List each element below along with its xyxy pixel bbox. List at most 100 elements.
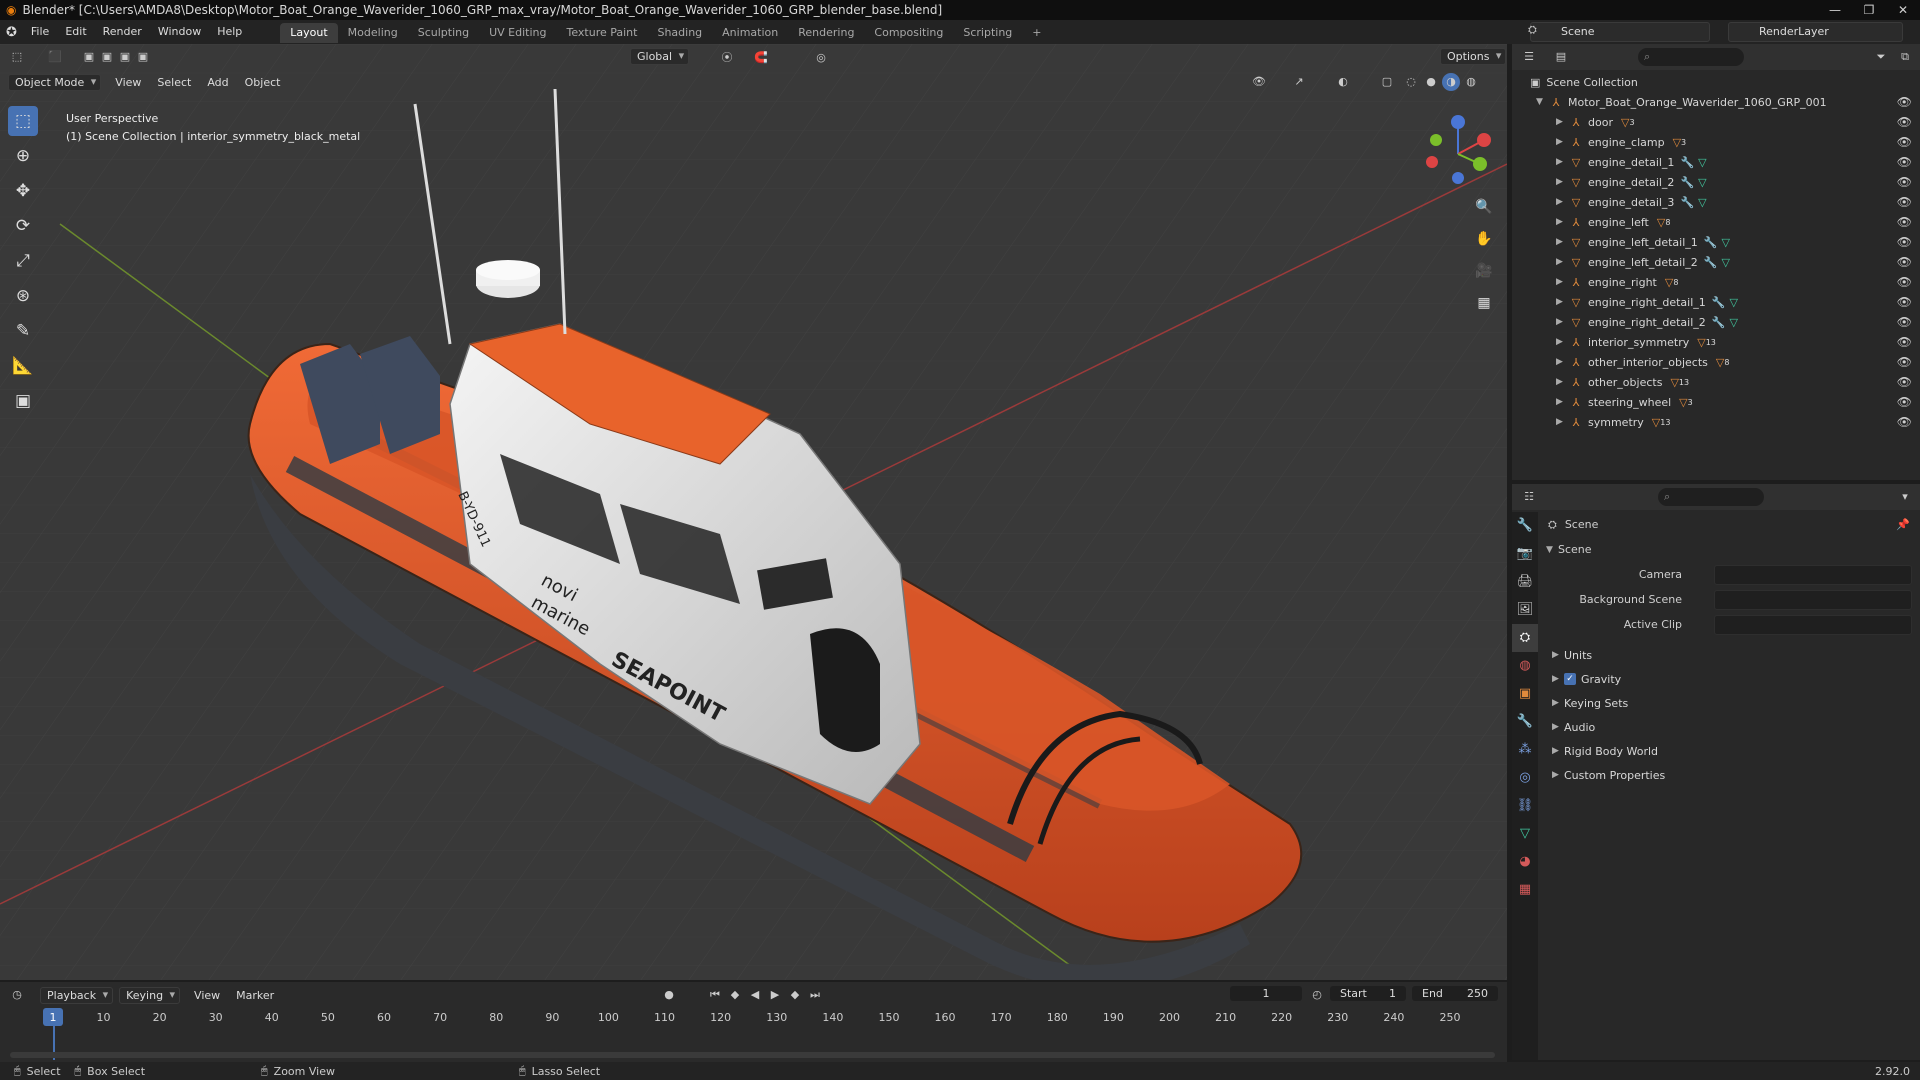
modifier-wrench-icon[interactable]: 🔧 xyxy=(1680,196,1694,209)
visibility-eye-icon[interactable]: 👁 xyxy=(1897,395,1912,409)
outliner-item-engine-left[interactable]: ▶ ⅄ engine_left ▽ 8 👁 xyxy=(1512,212,1920,232)
clock-icon[interactable]: ◴ xyxy=(1308,986,1326,1004)
visibility-eye-icon[interactable]: 👁 xyxy=(1897,215,1912,229)
scene-selector[interactable]: Scene xyxy=(1530,22,1710,42)
play-reverse-icon[interactable]: ◀ xyxy=(746,986,764,1004)
menu-add[interactable]: Add xyxy=(199,76,236,89)
shading-material-icon[interactable]: ◑ xyxy=(1442,73,1460,91)
outliner-item-symmetry[interactable]: ▶ ⅄ symmetry ▽ 13 👁 xyxy=(1512,412,1920,432)
world-tab-icon[interactable]: ◍ xyxy=(1512,652,1538,680)
visibility-eye-icon[interactable]: 👁 xyxy=(1897,335,1912,349)
gizmo-toggle-icon[interactable]: ↗ xyxy=(1290,73,1308,91)
visibility-eye-icon[interactable]: 👁 xyxy=(1897,95,1912,109)
expand-right-icon[interactable]: ▶ xyxy=(1556,297,1568,307)
menu-window[interactable]: Window xyxy=(150,20,209,44)
camera-view-icon[interactable]: 🎥 xyxy=(1471,258,1497,284)
mode-dropdown[interactable]: Object Mode xyxy=(8,73,102,91)
subpanel-keying-sets[interactable]: ▶ Keying Sets xyxy=(1542,691,1920,715)
keying-dropdown[interactable]: Keying xyxy=(119,986,181,1004)
outliner-item-steering-wheel[interactable]: ▶ ⅄ steering_wheel ▽ 3 👁 xyxy=(1512,392,1920,412)
expand-right-icon[interactable]: ▶ xyxy=(1556,277,1568,287)
visibility-eye-icon[interactable]: 👁 xyxy=(1897,115,1912,129)
mesh-data-icon[interactable]: ▽ xyxy=(1698,156,1706,169)
outliner-search-input[interactable]: ⌕ xyxy=(1638,48,1744,66)
new-collection-icon[interactable]: ⧉ xyxy=(1896,48,1914,66)
camera-field[interactable] xyxy=(1714,564,1912,585)
properties-menu-icon[interactable]: ▾ xyxy=(1896,488,1914,506)
pin-icon[interactable]: 📌 xyxy=(1896,518,1910,531)
tab-texture-paint[interactable]: Texture Paint xyxy=(556,23,647,43)
close-icon[interactable]: ✕ xyxy=(1886,0,1920,20)
group-row[interactable]: ▼ ⅄ Motor_Boat_Orange_Waverider_1060_GRP… xyxy=(1512,92,1920,112)
renderlayer-selector[interactable]: RenderLayer xyxy=(1728,22,1903,42)
add-workspace-icon[interactable]: + xyxy=(1022,23,1051,43)
box-mode-new-icon[interactable]: ▣ xyxy=(80,48,98,66)
start-frame-field[interactable]: Start 1 xyxy=(1330,986,1406,1001)
orientation-dropdown[interactable]: Global xyxy=(630,48,690,65)
visibility-eye-icon[interactable]: 👁 xyxy=(1897,375,1912,389)
scale-tool-icon[interactable]: ⤢ xyxy=(8,246,38,276)
expand-right-icon[interactable]: ▶ xyxy=(1556,157,1568,167)
render-tab-icon[interactable]: 📷 xyxy=(1512,540,1538,568)
tab-uv-editing[interactable]: UV Editing xyxy=(479,23,556,43)
add-cube-tool-icon[interactable]: ▣ xyxy=(8,386,38,416)
outliner-item-engine-detail-1[interactable]: ▶ ▽ engine_detail_1 🔧 ▽ 👁 xyxy=(1512,152,1920,172)
menu-view[interactable]: View xyxy=(107,76,149,89)
blender-menu-icon[interactable]: ✪ xyxy=(6,25,17,40)
mesh-data-icon[interactable]: ▽ xyxy=(1698,176,1706,189)
move-tool-icon[interactable]: ✥ xyxy=(8,176,38,206)
visibility-eye-icon[interactable]: 👁 xyxy=(1897,295,1912,309)
play-icon[interactable]: ▶ xyxy=(766,986,784,1004)
expand-right-icon[interactable]: ▶ xyxy=(1556,397,1568,407)
expand-right-icon[interactable]: ▶ xyxy=(1556,237,1568,247)
box-mode-extend-icon[interactable]: ▣ xyxy=(98,48,116,66)
tab-compositing[interactable]: Compositing xyxy=(864,23,953,43)
scene-panel-header[interactable]: ▼ Scene xyxy=(1542,537,1920,562)
outliner-item-engine-right-detail-2[interactable]: ▶ ▽ engine_right_detail_2 🔧 ▽ 👁 xyxy=(1512,312,1920,332)
object-tab-icon[interactable]: ▣ xyxy=(1512,680,1538,708)
modifier-wrench-icon[interactable]: 🔧 xyxy=(1712,296,1726,309)
tab-modeling[interactable]: Modeling xyxy=(338,23,408,43)
timeline-ruler[interactable]: 1 10 20 30 40 50 60 70 80 90 100 110 120 130 140 150 160… xyxy=(0,1008,1507,1060)
expand-right-icon[interactable]: ▶ xyxy=(1556,117,1568,127)
outliner-item-door[interactable]: ▶ ⅄ door ▽ 3 👁 xyxy=(1512,112,1920,132)
mesh-data-icon[interactable]: ▽ xyxy=(1729,316,1737,329)
prev-keyframe-icon[interactable]: ◆ xyxy=(726,986,744,1004)
visibility-eye-icon[interactable]: 👁 xyxy=(1897,135,1912,149)
modifier-wrench-icon[interactable]: 🔧 xyxy=(1704,236,1718,249)
zoom-icon[interactable]: 🔍 xyxy=(1471,194,1497,220)
menu-select[interactable]: Select xyxy=(149,76,199,89)
pan-hand-icon[interactable]: ✋ xyxy=(1471,226,1497,252)
end-frame-field[interactable]: End 250 xyxy=(1412,986,1498,1001)
select-mode-icon[interactable]: ⬛ xyxy=(46,48,64,66)
filter-icon[interactable]: ⏷ xyxy=(1872,48,1890,66)
outliner-item-engine-right-detail-1[interactable]: ▶ ▽ engine_right_detail_1 🔧 ▽ 👁 xyxy=(1512,292,1920,312)
tab-rendering[interactable]: Rendering xyxy=(788,23,864,43)
outliner-editor-icon[interactable]: ☰ xyxy=(1520,48,1538,66)
measure-tool-icon[interactable]: 📐 xyxy=(8,351,38,381)
gravity-checkbox[interactable]: ✓ xyxy=(1564,673,1576,685)
mesh-data-icon[interactable]: ▽ xyxy=(1698,196,1706,209)
tab-shading[interactable]: Shading xyxy=(647,23,712,43)
menu-render[interactable]: Render xyxy=(95,20,150,44)
scene-collection-row[interactable]: ▣ Scene Collection xyxy=(1512,72,1920,92)
output-tab-icon[interactable]: 🖨 xyxy=(1512,568,1538,596)
data-tab-icon[interactable]: ▽ xyxy=(1512,820,1538,848)
menu-file[interactable]: File xyxy=(23,20,57,44)
mesh-data-icon[interactable]: ▽ xyxy=(1721,256,1729,269)
visibility-eye-icon[interactable]: 👁 xyxy=(1897,275,1912,289)
expand-right-icon[interactable]: ▶ xyxy=(1556,217,1568,227)
xray-icon[interactable]: ▢ xyxy=(1378,73,1396,91)
modifier-tab-icon[interactable]: 🔧 xyxy=(1512,708,1538,736)
mesh-data-icon[interactable]: ▽ xyxy=(1721,236,1729,249)
overlay-toggle-icon[interactable]: ◐ xyxy=(1334,73,1352,91)
outliner-item-engine-detail-3[interactable]: ▶ ▽ engine_detail_3 🔧 ▽ 👁 xyxy=(1512,192,1920,212)
texture-tab-icon[interactable]: ▦ xyxy=(1512,876,1538,904)
rotate-tool-icon[interactable]: ⟳ xyxy=(8,211,38,241)
visibility-eye-icon[interactable]: 👁 xyxy=(1897,415,1912,429)
current-frame-field[interactable]: 1 xyxy=(1230,986,1302,1001)
scene-tab-icon[interactable]: ⛭ xyxy=(1512,624,1538,652)
properties-search-input[interactable]: ⌕ xyxy=(1658,488,1764,506)
expand-right-icon[interactable]: ▶ xyxy=(1556,357,1568,367)
proportional-edit-icon[interactable]: ◎ xyxy=(812,49,830,67)
